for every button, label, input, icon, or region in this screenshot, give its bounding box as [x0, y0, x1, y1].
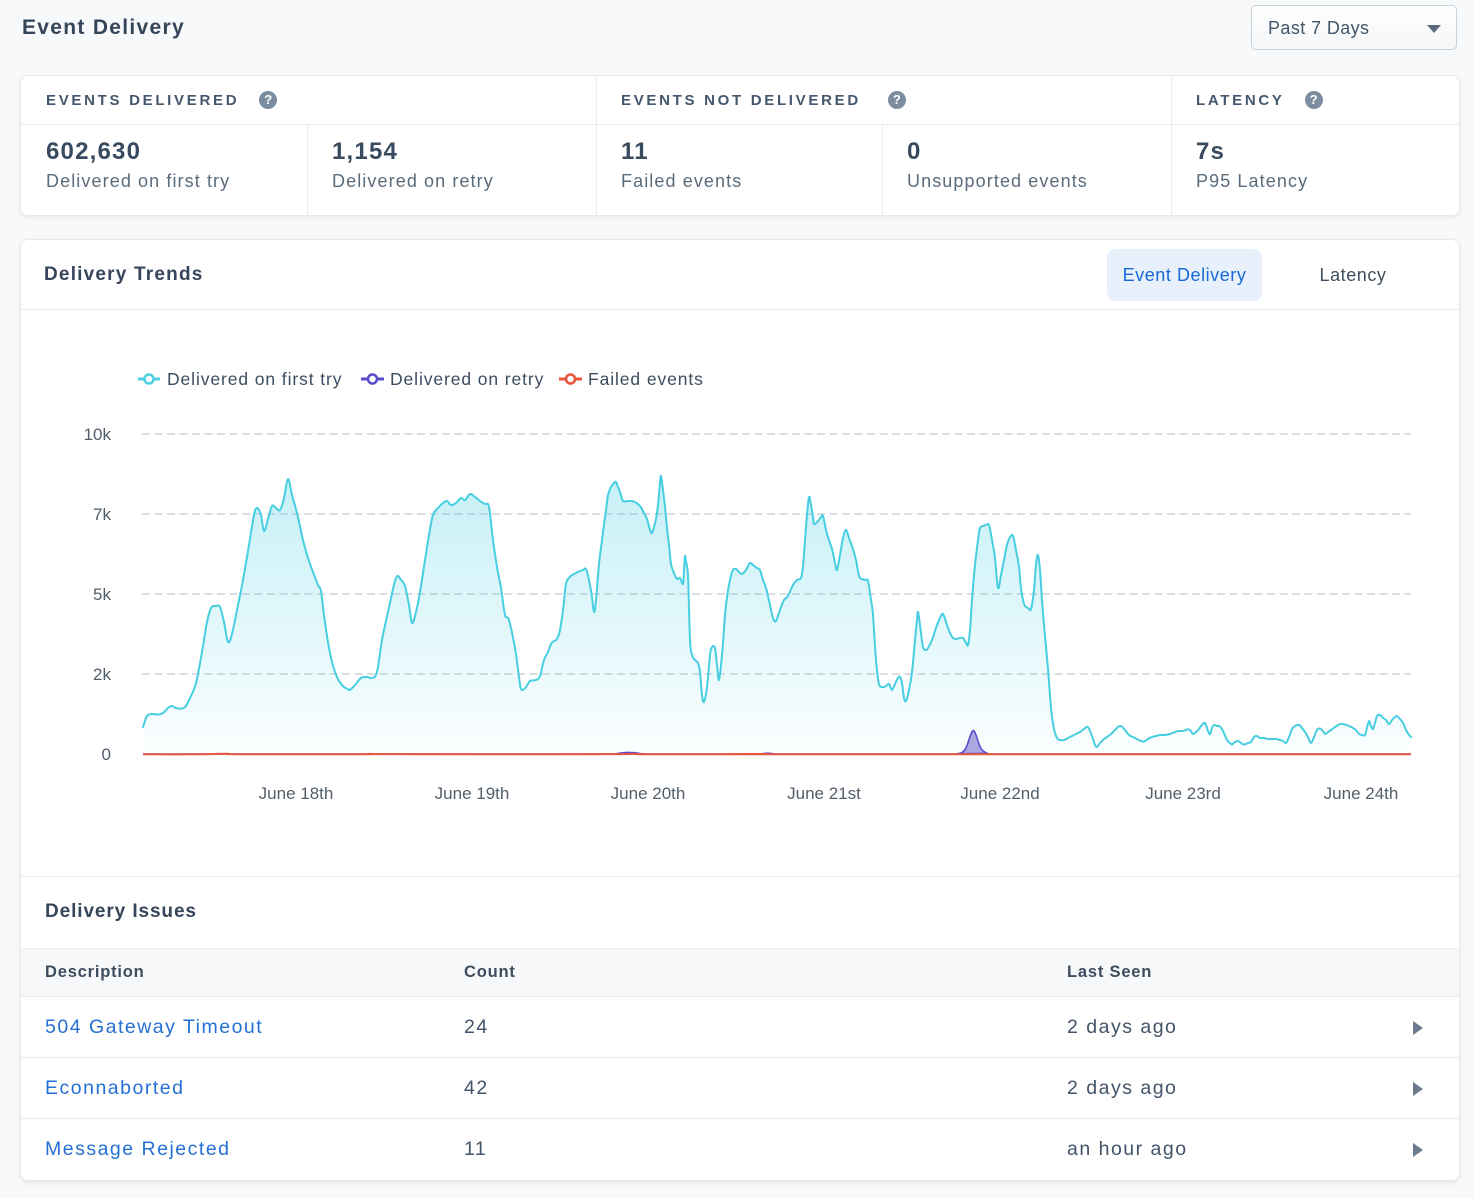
svg-text:June 18th: June 18th: [259, 784, 334, 803]
svg-text:2k: 2k: [93, 665, 111, 684]
svg-text:June 22nd: June 22nd: [960, 784, 1039, 803]
svg-text:Failed events: Failed events: [588, 369, 704, 389]
svg-text:10k: 10k: [84, 425, 112, 444]
svg-text:June 24th: June 24th: [1324, 784, 1399, 803]
svg-text:Delivered on retry: Delivered on retry: [390, 369, 544, 389]
svg-text:7k: 7k: [93, 505, 111, 524]
svg-text:June 19th: June 19th: [435, 784, 510, 803]
svg-text:0: 0: [102, 745, 111, 764]
svg-text:June 20th: June 20th: [611, 784, 686, 803]
svg-text:June 21st: June 21st: [787, 784, 861, 803]
svg-text:5k: 5k: [93, 585, 111, 604]
svg-text:June 23rd: June 23rd: [1145, 784, 1221, 803]
svg-text:Delivered on first try: Delivered on first try: [167, 369, 342, 389]
